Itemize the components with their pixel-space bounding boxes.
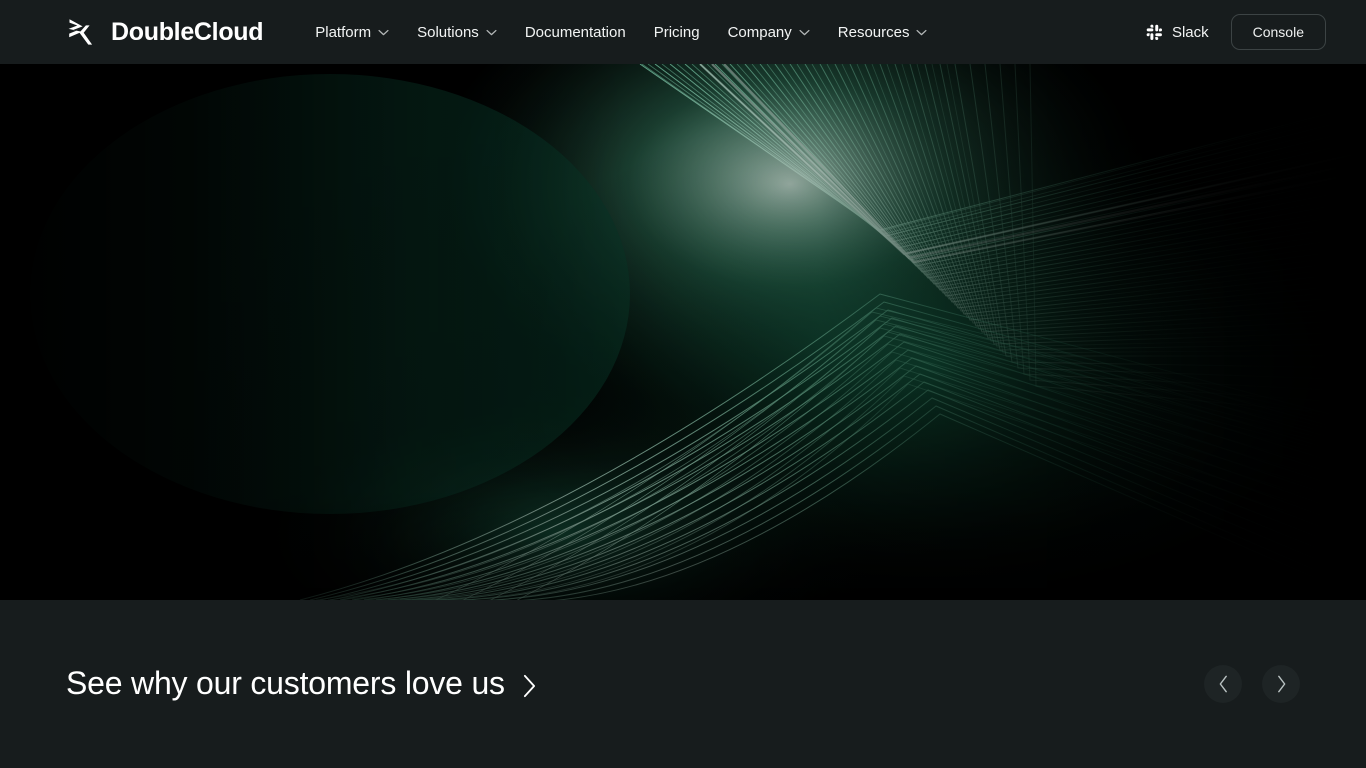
nav-item-label: Platform <box>315 23 372 41</box>
hero-abstract-lineart-graphic <box>0 64 1366 600</box>
doublecloud-chevrons-logo-icon <box>68 19 93 45</box>
carousel-controls <box>1204 665 1300 703</box>
brand-name: DoubleCloud <box>111 17 264 46</box>
nav-item-company[interactable]: Company <box>714 16 824 49</box>
brand-logo-link[interactable]: DoubleCloud <box>64 15 264 49</box>
slack-icon <box>1146 24 1162 40</box>
chevron-down-icon <box>486 29 497 35</box>
carousel-prev-button[interactable] <box>1204 665 1242 703</box>
chevron-left-icon <box>1219 675 1227 693</box>
nav-item-label: Documentation <box>524 23 626 41</box>
nav-item-solutions[interactable]: Solutions <box>403 16 511 49</box>
chevron-down-icon <box>799 29 810 35</box>
slack-label: Slack <box>1171 23 1209 41</box>
chevron-right-icon <box>1277 675 1285 693</box>
header-actions: Slack Console <box>1142 14 1326 50</box>
nav-item-label: Pricing <box>653 23 700 41</box>
carousel-next-button[interactable] <box>1262 665 1300 703</box>
chevron-right-icon <box>523 674 535 697</box>
nav-item-label: Company <box>727 23 792 41</box>
nav-item-documentation[interactable]: Documentation <box>511 16 640 49</box>
nav-item-resources[interactable]: Resources <box>824 16 942 49</box>
site-header: DoubleCloud Platform Solutions Documenta… <box>0 0 1366 64</box>
page-title: See why our customers love us <box>66 665 505 702</box>
customers-section: See why our customers love us <box>0 600 1366 768</box>
chevron-down-icon <box>378 29 389 35</box>
console-button[interactable]: Console <box>1230 14 1326 50</box>
nav-item-platform[interactable]: Platform <box>301 16 403 49</box>
nav-item-pricing[interactable]: Pricing <box>640 16 714 49</box>
chevron-down-icon <box>916 29 928 35</box>
hero-section <box>0 64 1366 600</box>
nav-item-label: Resources <box>837 23 910 41</box>
customers-title-link[interactable]: See why our customers love us <box>66 666 537 701</box>
main-navigation: Platform Solutions Documentation Pricing… <box>301 16 941 49</box>
slack-link[interactable]: Slack <box>1142 18 1213 47</box>
nav-item-label: Solutions <box>417 23 479 41</box>
